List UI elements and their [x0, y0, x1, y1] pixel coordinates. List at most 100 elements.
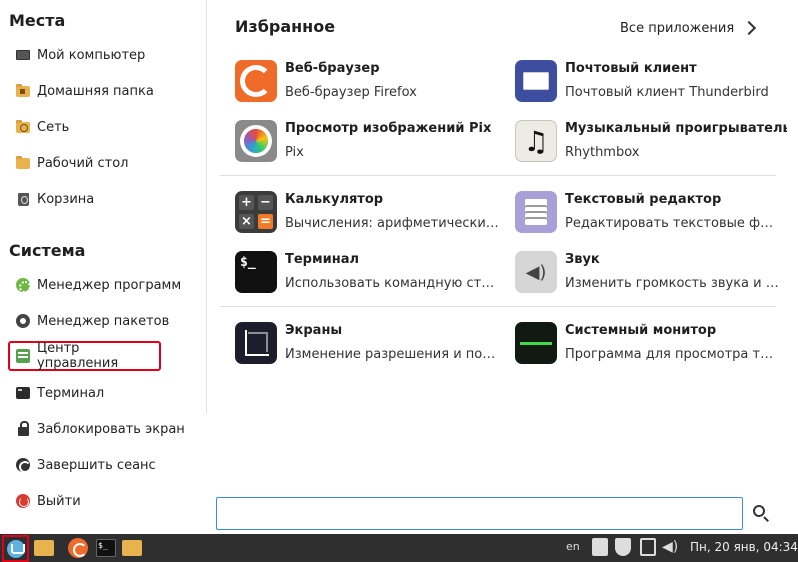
logout-icon	[16, 458, 31, 473]
system-monitor-icon	[515, 322, 557, 364]
sidebar-item-desktop[interactable]: Рабочий стол	[8, 148, 198, 178]
power-icon	[16, 494, 30, 508]
terminal-icon	[16, 386, 30, 400]
control-center-icon	[16, 349, 30, 363]
firefox-icon	[235, 60, 277, 102]
sidebar-item-label: Мой компьютер	[37, 47, 146, 63]
clipboard-icon[interactable]	[592, 538, 608, 556]
sidebar-divider	[206, 0, 207, 414]
sidebar-item-software-manager[interactable]: Менеджер программ	[8, 270, 198, 300]
terminal-icon: $_	[96, 539, 116, 557]
pix-icon	[235, 120, 277, 162]
sound-icon	[515, 251, 557, 293]
app-name: Текстовый редактор	[565, 192, 722, 207]
app-web-browser[interactable]: Веб-браузер Веб-браузер Firefox	[235, 53, 507, 109]
app-name: Почтовый клиент	[565, 61, 697, 76]
search-field[interactable]	[216, 497, 743, 530]
files-window-button[interactable]	[120, 536, 144, 560]
sidebar-item-quit[interactable]: Выйти	[8, 486, 198, 516]
chevron-right-icon	[742, 20, 757, 36]
app-name: Системный монитор	[565, 323, 717, 338]
sidebar-item-control-center[interactable]: Центр управления	[8, 341, 161, 371]
app-description: Изменение разрешения и позиции мониторов	[285, 347, 499, 362]
sidebar-item-label: Корзина	[37, 191, 95, 207]
home-folder-icon	[16, 83, 30, 98]
all-applications-button[interactable]: Все приложения	[612, 15, 762, 41]
firefox-launcher[interactable]	[66, 536, 90, 560]
app-description: Программа для просмотра текущих процессо…	[565, 347, 779, 362]
app-description: Использовать командную строку	[285, 276, 499, 291]
menu-button[interactable]	[2, 535, 29, 562]
sidebar-item-label: Терминал	[37, 385, 105, 401]
desktop-folder-icon	[16, 155, 30, 170]
app-description: Вычисления: арифметические, научные или …	[285, 216, 499, 231]
sidebar-item-network[interactable]: Сеть	[8, 112, 198, 142]
app-sound[interactable]: Звук Изменить громкость звука и сигналы	[515, 244, 787, 300]
app-mail-client[interactable]: Почтовый клиент Почтовый клиент Thunderb…	[515, 53, 787, 109]
sidebar-item-label: Менеджер пакетов	[37, 313, 170, 329]
terminal-icon	[235, 251, 277, 293]
sidebar-item-label: Сеть	[37, 119, 70, 135]
lock-icon	[16, 421, 30, 436]
package-manager-icon	[16, 314, 30, 328]
text-editor-icon	[515, 191, 557, 233]
app-calculator[interactable]: + − × = Калькулятор Вычисления: арифмети…	[235, 184, 507, 240]
firefox-icon	[68, 538, 88, 558]
sidebar-item-label: Домашняя папка	[37, 83, 154, 99]
app-name: Терминал	[285, 252, 360, 267]
sidebar: Места Мой компьютер Домашняя папка Сеть …	[0, 0, 206, 534]
sidebar-item-logout[interactable]: Завершить сеанс	[8, 450, 198, 480]
mint-logo-icon	[6, 539, 25, 558]
app-terminal[interactable]: Терминал Использовать командную строку	[235, 244, 507, 300]
app-description: Веб-браузер Firefox	[285, 85, 417, 100]
app-description: Редактировать текстовые файлы	[565, 216, 779, 231]
sidebar-item-home[interactable]: Домашняя папка	[8, 76, 198, 106]
app-music-player[interactable]: Музыкальный проигрыватель Rhythmbox	[515, 113, 787, 169]
network-icon[interactable]	[640, 538, 656, 556]
update-manager-shield-icon[interactable]	[615, 538, 631, 556]
favorites-separator	[220, 175, 776, 176]
sidebar-item-label: Заблокировать экран	[37, 421, 185, 437]
app-system-monitor[interactable]: Системный монитор Программа для просмотр…	[515, 315, 787, 371]
sidebar-item-terminal[interactable]: Терминал	[8, 378, 198, 408]
app-name: Веб-браузер	[285, 61, 380, 76]
sidebar-item-label: Менеджер программ	[37, 277, 182, 293]
sidebar-item-label: Завершить сеанс	[37, 457, 156, 473]
sidebar-item-package-manager[interactable]: Менеджер пакетов	[8, 306, 198, 336]
search-input[interactable]	[217, 498, 742, 529]
network-folder-icon	[16, 119, 30, 134]
app-description: Почтовый клиент Thunderbird	[565, 85, 769, 100]
app-name: Просмотр изображений Pix	[285, 121, 492, 136]
system-title: Система	[9, 241, 86, 260]
app-name: Звук	[565, 252, 600, 267]
keyboard-layout-indicator[interactable]: en	[566, 540, 580, 553]
app-image-viewer[interactable]: Просмотр изображений Pix Pix	[235, 113, 507, 169]
music-icon	[515, 120, 557, 162]
app-name: Калькулятор	[285, 192, 384, 207]
app-description: Pix	[285, 145, 304, 160]
folder-icon	[122, 540, 142, 556]
clock[interactable]: Пн, 20 янв, 04:34	[690, 540, 798, 554]
search-icon[interactable]	[751, 503, 771, 523]
app-displays[interactable]: Экраны Изменение разрешения и позиции мо…	[235, 315, 507, 371]
mail-icon	[515, 60, 557, 102]
sidebar-item-label: Центр управления	[37, 341, 119, 371]
sidebar-item-label: Рабочий стол	[37, 155, 129, 171]
application-menu: Места Мой компьютер Домашняя папка Сеть …	[0, 0, 798, 534]
computer-icon	[16, 48, 30, 62]
app-description: Изменить громкость звука и сигналы	[565, 276, 779, 291]
terminal-launcher[interactable]: $_	[94, 536, 118, 560]
favorites-separator	[220, 306, 776, 307]
volume-icon[interactable]: ◀)	[662, 538, 678, 556]
sidebar-item-trash[interactable]: Корзина	[8, 184, 198, 214]
calculator-icon: + − × =	[235, 191, 277, 233]
files-launcher[interactable]	[32, 536, 56, 560]
sidebar-item-lock-screen[interactable]: Заблокировать экран	[8, 414, 198, 444]
app-description: Rhythmbox	[565, 145, 640, 160]
displays-icon	[235, 322, 277, 364]
folder-icon	[34, 540, 54, 556]
sidebar-item-computer[interactable]: Мой компьютер	[8, 40, 198, 70]
app-name: Музыкальный проигрыватель	[565, 121, 787, 136]
app-text-editor[interactable]: Текстовый редактор Редактировать текстов…	[515, 184, 787, 240]
trash-icon	[16, 192, 30, 206]
